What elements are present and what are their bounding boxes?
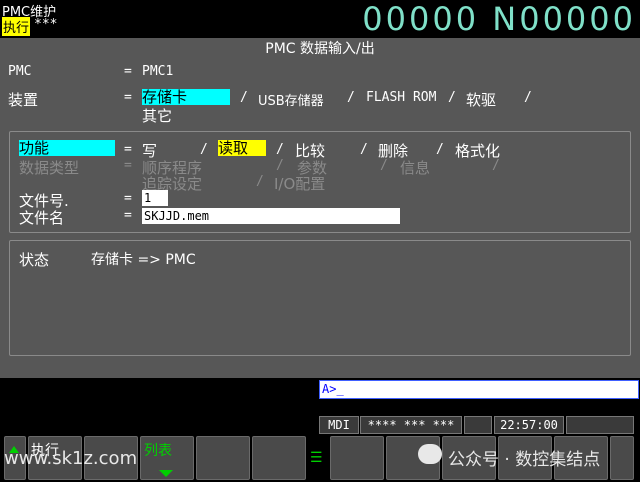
filename-eq: = [124,208,132,223]
func-sep: / [276,142,284,157]
clock-time: 22:57:00 [494,416,564,434]
device-option-floppy[interactable]: 软驱 [466,89,496,110]
device-option-usb[interactable]: USB存储器 [258,90,324,109]
status-stars: **** *** *** [360,416,462,434]
fileno-eq: = [124,191,132,206]
datatype-sep: / [380,158,388,173]
func-option-read[interactable]: 读取 [218,140,266,156]
softkey-blank-button[interactable] [330,436,384,480]
func-sep: / [360,142,368,157]
softkey-next-button[interactable] [610,436,634,480]
exec-stars: *** [34,17,58,32]
watermark-website: www.sk1z.com [4,448,138,469]
datatype-sep: / [256,174,264,189]
status-value: 存储卡 => PMC [91,252,196,268]
device-sep: / [448,90,456,105]
softkey-blank-button[interactable] [252,436,306,480]
wechat-icon [418,444,442,464]
device-sep: / [240,90,248,105]
device-sep: / [524,90,532,105]
layers-icon: ☰ [310,450,323,466]
device-label: 装置 [8,91,39,109]
datatype-eq: = [124,158,132,173]
exec-status-badge: 执行 [2,17,31,36]
file-name-field[interactable]: SKJJD.mem [142,208,400,224]
pmc-value[interactable]: PMC1 [142,64,173,79]
pmc-eq: = [124,64,132,79]
softkey-blank-button[interactable] [196,436,250,480]
func-sep: / [436,142,444,157]
status-empty-box [566,416,634,434]
device-sep: / [347,90,355,105]
screen-title: PMC 数据输入/出 [265,41,375,57]
func-sep: / [200,142,208,157]
datatype-option-message: 信息 [400,159,431,177]
program-counter: 00000 N00000 [362,0,636,38]
device-option-flash-rom[interactable]: FLASH ROM [366,90,436,105]
pmc-label: PMC [8,64,32,79]
device-option-other[interactable]: 其它 [142,105,172,126]
file-number-field[interactable]: 1 [142,190,168,206]
softkey-list-label: 列表 [144,443,172,459]
softkey-list-button[interactable]: 列表 [140,436,194,480]
status-label: 状态 [19,251,50,269]
datatype-option-io-config: I/O配置 [274,175,326,193]
filename-label: 文件名 [19,209,65,227]
func-eq: = [124,142,132,157]
watermark-account: 公众号 · 数控集结点 [448,450,601,470]
device-eq: = [124,90,132,105]
func-label: 功能 [19,140,115,156]
mdi-mode-badge: MDI [319,416,359,434]
datatype-label: 数据类型 [19,159,80,177]
status-empty-box [464,416,492,434]
device-option-memory-card[interactable]: 存储卡 [142,89,230,105]
datatype-sep: / [492,158,500,173]
datatype-sep: / [276,158,284,173]
command-input[interactable]: A>_ [319,380,639,399]
dropdown-arrow-icon [159,470,173,477]
command-prompt: A>_ [320,382,344,396]
